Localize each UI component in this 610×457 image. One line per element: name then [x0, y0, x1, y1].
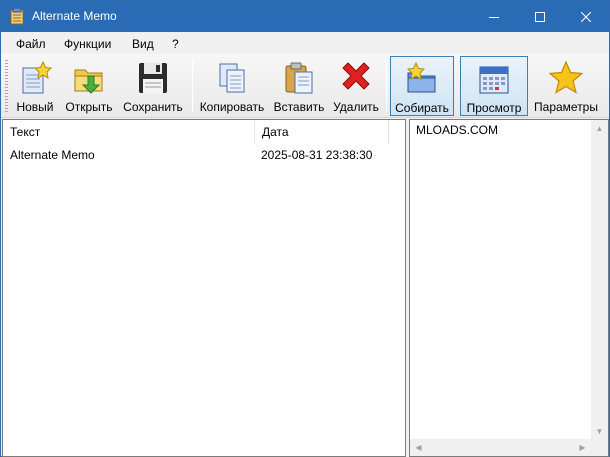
copy-icon	[219, 63, 245, 93]
row-text: Alternate Memo	[10, 148, 95, 162]
minimize-button[interactable]	[471, 1, 517, 32]
title-bar[interactable]: Alternate Memo	[1, 1, 609, 32]
settings-button-label: Параметры	[534, 100, 598, 114]
column-header-text[interactable]: Текст	[3, 120, 255, 144]
app-window: Alternate Memo Файл Функции Вид ? Новый	[0, 0, 610, 457]
menu-functions[interactable]: Функции	[64, 37, 111, 51]
new-button-label: Новый	[16, 100, 54, 114]
preview-text: MLOADS.COM	[416, 123, 499, 137]
toolbar-separator	[386, 60, 387, 112]
settings-star-icon	[548, 60, 584, 94]
view-button-label: Просмотр	[466, 101, 522, 115]
view-button[interactable]: Просмотр	[460, 56, 528, 116]
toolbar: Новый Открыть Сохранить Копировать Встав…	[1, 54, 609, 118]
calendar-view-icon	[479, 66, 509, 94]
scroll-down-arrow-icon[interactable]: ▼	[591, 423, 608, 440]
scroll-right-arrow-icon[interactable]: ▶	[574, 439, 591, 456]
menu-help[interactable]: ?	[172, 37, 179, 51]
open-folder-icon	[74, 69, 103, 94]
scrollbar-corner	[591, 439, 608, 456]
floppy-disk-icon	[139, 63, 167, 93]
menu-view[interactable]: Вид	[132, 37, 154, 51]
toolbar-grip[interactable]	[5, 60, 8, 112]
open-button[interactable]: Открыть	[61, 56, 117, 116]
list-header: Текст Дата	[3, 120, 405, 144]
table-row[interactable]: Alternate Memo 2025-08-31 23:38:30	[3, 145, 405, 165]
scroll-up-arrow-icon[interactable]: ▲	[591, 120, 608, 137]
delete-button-label: Удалить	[333, 100, 379, 114]
memo-list[interactable]: Текст Дата Alternate Memo 2025-08-31 23:…	[2, 119, 406, 457]
collect-folder-star-icon	[406, 61, 436, 93]
settings-button[interactable]: Параметры	[531, 56, 601, 116]
copy-button[interactable]: Копировать	[197, 56, 267, 116]
collect-button-label: Собирать	[395, 101, 449, 115]
scroll-left-arrow-icon[interactable]: ◀	[410, 439, 427, 456]
copy-button-label: Копировать	[199, 100, 265, 114]
toolbar-separator	[192, 60, 193, 112]
new-document-icon	[22, 60, 53, 94]
paste-button-label: Вставить	[273, 100, 325, 114]
vertical-scrollbar[interactable]: ▲ ▼	[591, 120, 608, 440]
horizontal-scrollbar[interactable]: ◀ ▶	[410, 439, 591, 456]
save-button[interactable]: Сохранить	[119, 56, 187, 116]
delete-x-icon	[342, 62, 370, 90]
maximize-icon	[535, 11, 545, 22]
column-header-date[interactable]: Дата	[255, 120, 389, 144]
minimize-icon	[489, 16, 499, 18]
memo-preview[interactable]: MLOADS.COM ▲ ▼ ◀ ▶	[409, 119, 609, 457]
menu-file[interactable]: Файл	[16, 37, 46, 51]
new-button[interactable]: Новый	[11, 56, 59, 116]
save-button-label: Сохранить	[123, 100, 183, 114]
paste-clipboard-icon	[285, 62, 313, 94]
delete-button[interactable]: Удалить	[330, 56, 382, 116]
maximize-button[interactable]	[517, 1, 563, 32]
collect-button[interactable]: Собирать	[390, 56, 454, 116]
close-icon	[581, 11, 591, 22]
row-date: 2025-08-31 23:38:30	[261, 148, 373, 162]
open-button-label: Открыть	[65, 100, 113, 114]
window-title: Alternate Memo	[32, 9, 117, 23]
close-button[interactable]	[563, 1, 609, 32]
notepad-app-icon	[10, 8, 24, 25]
menu-bar: Файл Функции Вид ?	[1, 32, 609, 54]
paste-button[interactable]: Вставить	[271, 56, 327, 116]
